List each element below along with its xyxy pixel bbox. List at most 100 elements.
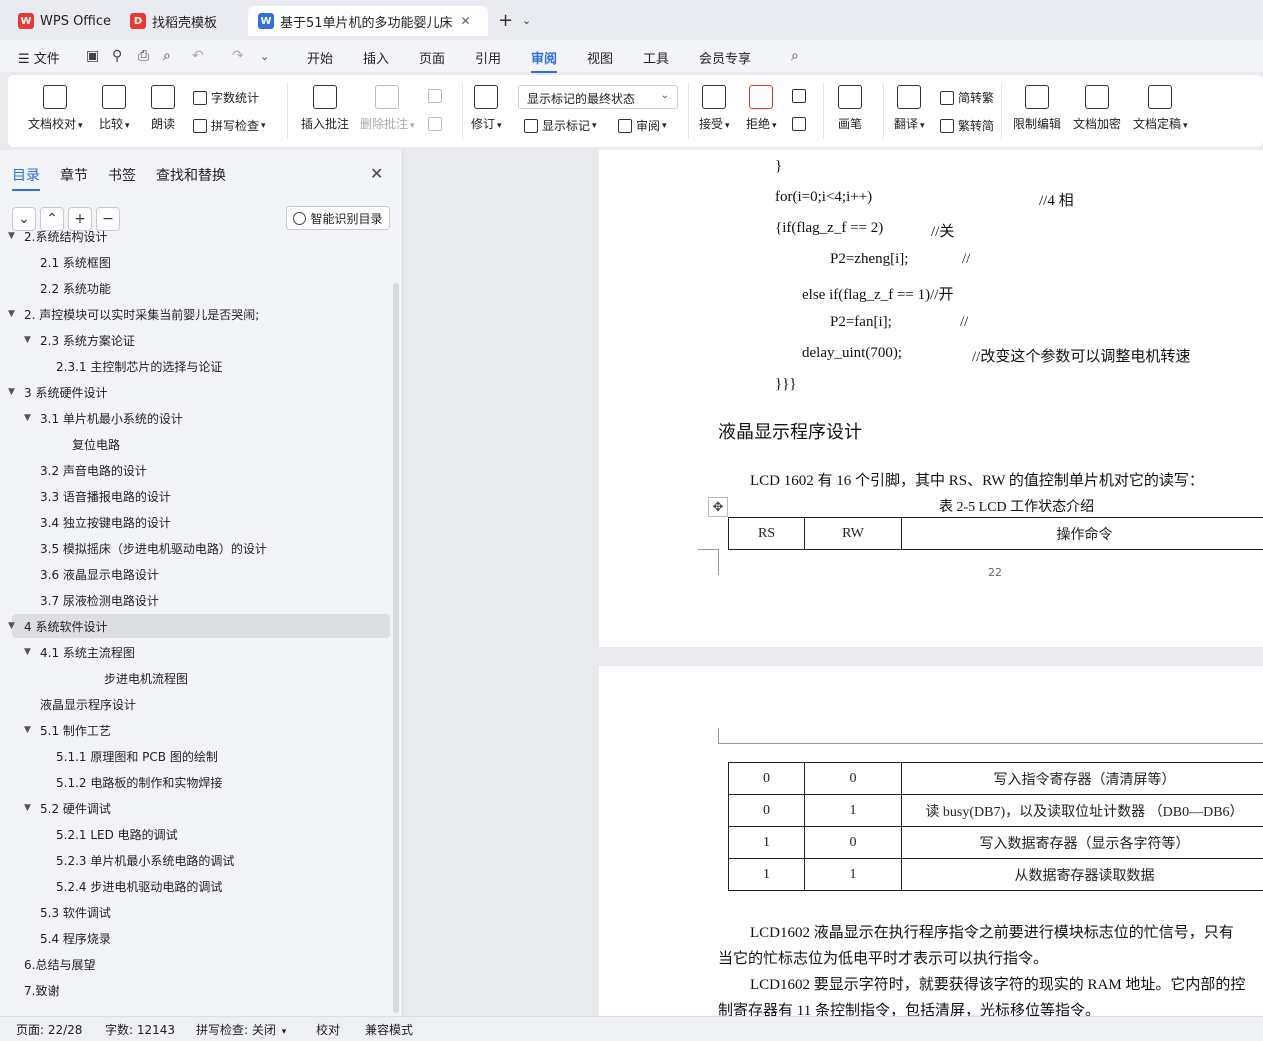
expand-arrow-icon[interactable]: ▼ — [8, 621, 24, 631]
tab-bookmarks[interactable]: 书签 — [108, 165, 136, 185]
toc-item[interactable]: 5.1.1 原理图和 PCB 图的绘制 — [12, 744, 390, 768]
reject-button[interactable]: 拒绝 ▾ — [746, 85, 777, 132]
next-comment-button[interactable] — [428, 117, 446, 131]
tab-find-replace[interactable]: 查找和替换 — [156, 165, 226, 185]
accept-button[interactable]: 接受 ▾ — [699, 85, 730, 132]
save-icon[interactable]: ▣ — [86, 48, 99, 64]
menu-insert[interactable]: 插入 — [363, 48, 389, 67]
more-icon[interactable]: ⌄ — [260, 50, 269, 63]
menu-page[interactable]: 页面 — [419, 48, 445, 67]
proofread-indicator[interactable]: 校对 — [316, 1021, 340, 1038]
toc-item[interactable]: 液晶显示程序设计 — [12, 692, 390, 716]
close-icon[interactable]: ✕ — [370, 164, 383, 183]
restrict-edit-button[interactable]: 限制编辑 — [1013, 85, 1061, 132]
toc-item[interactable]: 5.1.2 电路板的制作和实物焊接 — [12, 770, 390, 794]
delete-comment-button[interactable]: 删除批注 ▾ — [360, 85, 415, 132]
menu-member[interactable]: 会员专享 — [699, 48, 751, 67]
toc-item[interactable]: ▼ 5.1 制作工艺 — [12, 718, 390, 742]
link-icon[interactable]: ⚲ — [112, 48, 122, 64]
print-icon[interactable]: ⎙ — [138, 48, 149, 64]
toc-item[interactable]: ▼ 2. 声控模块可以实时采集当前婴儿是否哭闹; — [8, 302, 390, 326]
encrypt-doc-button[interactable]: 文档加密 — [1073, 85, 1121, 132]
toc-item[interactable]: ▼ 3 系统硬件设计 — [8, 380, 390, 404]
tab-daoke-templates[interactable]: D 找稻壳模板 — [120, 6, 227, 36]
review-pane-button[interactable]: 审阅 ▾ — [618, 117, 667, 134]
expand-arrow-icon[interactable]: ▼ — [24, 413, 40, 423]
doc-check-button[interactable]: 文档校对 ▾ — [28, 85, 83, 132]
toc-item[interactable]: 5.3 软件调试 — [12, 900, 390, 924]
toc-item[interactable]: 5.2.4 步进电机驱动电路的调试 — [12, 874, 390, 898]
toc-item[interactable]: 步进电机流程图 — [12, 666, 390, 690]
toc-item[interactable]: 6.总结与展望 — [12, 952, 390, 976]
revise-button[interactable]: 修订 ▾ — [471, 85, 502, 132]
toc-item[interactable]: 5.2.3 单片机最小系统电路的调试 — [12, 848, 390, 872]
pen-button[interactable]: 画笔 — [838, 85, 862, 132]
expand-arrow-icon[interactable]: ▼ — [8, 387, 24, 397]
tab-document[interactable]: W 基于51单片机的多功能婴儿床 ✕ — [248, 6, 488, 36]
toc-item[interactable]: ▼ 3.1 单片机最小系统的设计 — [12, 406, 390, 430]
table-move-icon[interactable]: ✥ — [708, 497, 728, 517]
read-aloud-button[interactable]: 朗读 — [151, 85, 175, 132]
table-caption: 表 2-5 LCD 工作状态介绍 — [939, 500, 1095, 515]
toc-item[interactable]: 5.4 程序烧录 — [12, 926, 390, 950]
toc-item[interactable]: 3.7 尿液检测电路设计 — [12, 588, 390, 612]
menu-view[interactable]: 视图 — [587, 48, 613, 67]
tab-wps-office[interactable]: W WPS Office — [8, 6, 121, 36]
trad-to-simp-button[interactable]: 繁转简 — [940, 117, 994, 134]
search-icon[interactable]: ⌕ — [791, 48, 799, 64]
toc-item[interactable]: ▼ 2.3 系统方案论证 — [12, 328, 390, 352]
finalize-doc-button[interactable]: 文档定稿 ▾ — [1133, 85, 1188, 132]
menu-reference[interactable]: 引用 — [475, 48, 501, 67]
toc-item[interactable]: 3.6 液晶显示电路设计 — [12, 562, 390, 586]
translate-button[interactable]: 翻译 ▾ — [894, 85, 925, 132]
expand-arrow-icon[interactable]: ▼ — [8, 231, 24, 241]
prev-comment-button[interactable] — [428, 89, 446, 103]
toc-item[interactable]: 2.3.1 主控制芯片的选择与论证 — [12, 354, 390, 378]
next-change-button[interactable] — [792, 117, 810, 131]
new-tab-icon[interactable]: + — [498, 10, 513, 31]
toc-item[interactable]: 3.5 模拟摇床（步进电机驱动电路）的设计 — [12, 536, 390, 560]
toc-item[interactable]: 5.2.1 LED 电路的调试 — [12, 822, 390, 846]
insert-comment-button[interactable]: 插入批注 — [301, 85, 349, 132]
panel-scrollbar[interactable] — [393, 283, 399, 1013]
expand-arrow-icon[interactable]: ▼ — [24, 647, 40, 657]
markup-mode-select[interactable]: 显示标记的最终状态 ⌄ — [518, 85, 678, 109]
word-count-indicator[interactable]: 字数: 12143 — [105, 1021, 175, 1038]
expand-arrow-icon[interactable]: ▼ — [24, 803, 40, 813]
show-marks-button[interactable]: 显示标记 ▾ — [524, 117, 597, 134]
close-icon[interactable]: ✕ — [461, 14, 471, 28]
simp-to-trad-button[interactable]: 简转繁 — [940, 89, 994, 106]
toc-item-label: 液晶显示程序设计 — [40, 697, 137, 712]
code-line: P2=zheng[i]; — [830, 251, 909, 267]
compare-button[interactable]: 比较 ▾ — [99, 85, 130, 132]
word-count-button[interactable]: 字数统计 — [193, 89, 259, 106]
toc-item[interactable]: 3.3 语音播报电路的设计 — [12, 484, 390, 508]
toc-item[interactable]: 2.2 系统功能 — [12, 276, 390, 300]
tab-toc[interactable]: 目录 — [12, 165, 40, 191]
spell-check-button[interactable]: 拼写检查 ▾ — [193, 117, 266, 134]
expand-arrow-icon[interactable]: ▼ — [24, 725, 40, 735]
menu-start[interactable]: 开始 — [307, 48, 333, 67]
print-preview-icon[interactable]: ⌕ — [163, 48, 171, 64]
toc-item[interactable]: ▼ 4 系统软件设计 — [8, 614, 390, 638]
toc-item[interactable]: ▼ 5.2 硬件调试 — [12, 796, 390, 820]
toc-item[interactable]: 7.致谢 — [12, 978, 390, 1002]
prev-change-button[interactable] — [792, 89, 810, 103]
menu-tools[interactable]: 工具 — [643, 48, 669, 67]
toc-item[interactable]: 3.4 独立按键电路的设计 — [12, 510, 390, 534]
toc-item[interactable]: 复位电路 — [12, 432, 390, 456]
redo-icon[interactable]: ↷ — [232, 48, 244, 64]
toc-item[interactable]: ▼ 4.1 系统主流程图 — [12, 640, 390, 664]
expand-arrow-icon[interactable]: ▼ — [8, 309, 24, 319]
menu-review[interactable]: 审阅 — [531, 48, 558, 73]
tab-chapters[interactable]: 章节 — [60, 165, 88, 185]
expand-arrow-icon[interactable]: ▼ — [24, 335, 40, 345]
undo-icon[interactable]: ↶ — [192, 48, 204, 64]
toc-item[interactable]: 3.2 声音电路的设计 — [12, 458, 390, 482]
chevron-down-icon[interactable]: ⌄ — [522, 14, 531, 27]
page-indicator[interactable]: 页面: 22/28 — [16, 1021, 82, 1038]
toc-item[interactable]: 2.1 系统框图 — [12, 250, 390, 274]
spell-check-indicator[interactable]: 拼写检查: 关闭 ▾ — [196, 1021, 286, 1038]
toc-item[interactable]: ▼ 2.系统结构设计 — [8, 224, 390, 248]
file-menu[interactable]: ☰ 文件 — [18, 48, 60, 67]
